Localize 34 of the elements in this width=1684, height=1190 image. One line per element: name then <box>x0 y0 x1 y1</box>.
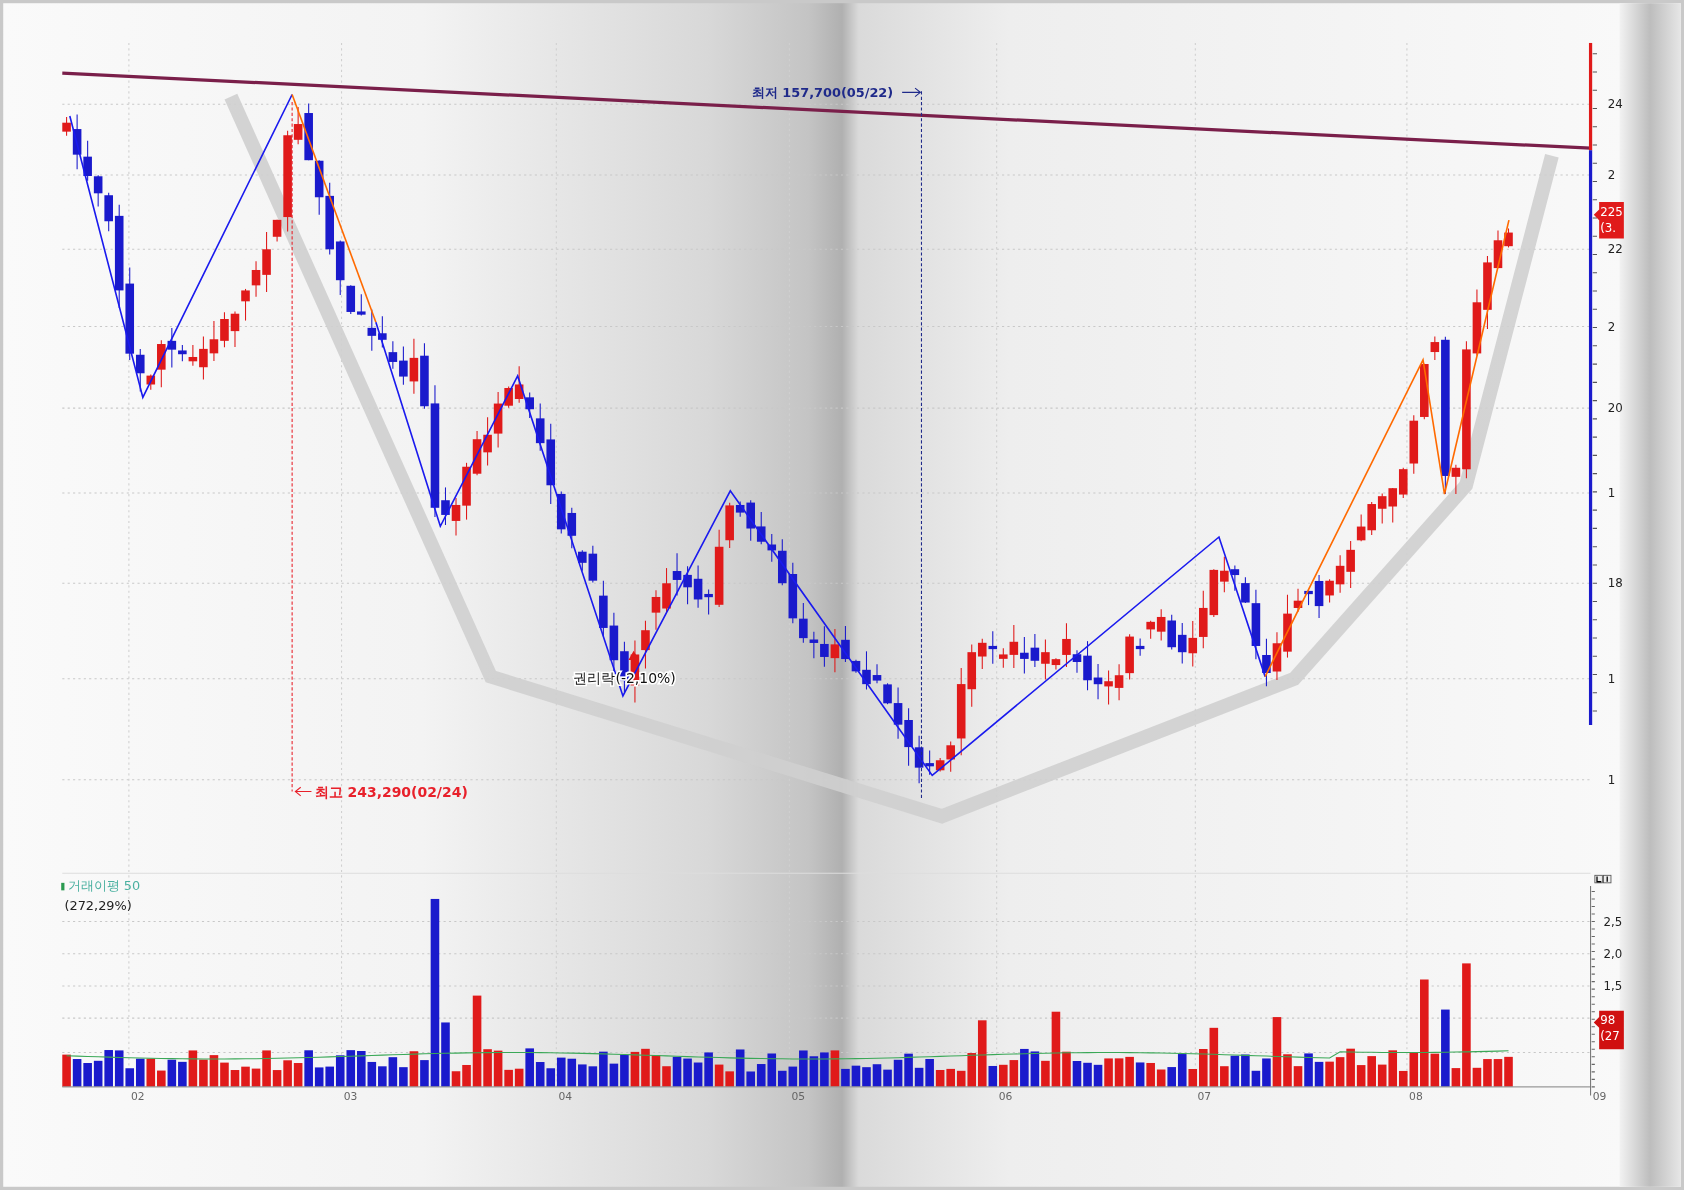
arrow-icon <box>901 87 922 98</box>
axis-label: 03 <box>343 1089 358 1103</box>
axis-label: 24 <box>1607 97 1623 112</box>
axis-label: 1 <box>1607 486 1616 501</box>
axis-label: 18 <box>1607 576 1623 591</box>
axis-label: 04 <box>558 1089 573 1103</box>
legend-label: 거래이평 50 <box>67 878 141 894</box>
annotation-label: 최저 157,700(05/22) <box>751 84 894 100</box>
price-tag-background <box>1593 201 1624 239</box>
volume-tag-text: 98 <box>1600 1012 1616 1027</box>
volume-tag-text: (27 <box>1600 1028 1620 1043</box>
axis-label: 20 <box>1607 401 1623 416</box>
axis-label: 07 <box>1197 1089 1212 1103</box>
legend-swatch-icon <box>61 882 65 891</box>
arrow-icon <box>294 786 312 797</box>
axis-label: 09 <box>1592 1089 1607 1103</box>
axis-label: 1,5 <box>1603 979 1623 994</box>
axis-label: 1 <box>1607 773 1616 788</box>
axis-label: 1 <box>1607 672 1616 687</box>
axis-label: 2 <box>1607 168 1616 183</box>
axis-label: 02 <box>131 1089 145 1103</box>
legend-value: (272,29%) <box>64 897 132 913</box>
price-tag-text: (3. <box>1600 221 1617 235</box>
axis-label: 2 <box>1607 319 1616 334</box>
price-tag-text: 225 <box>1600 204 1623 219</box>
scale-buttons-icon[interactable] <box>1594 874 1612 884</box>
axis-label: 2,5 <box>1603 914 1623 929</box>
annotation-label: 최고 243,290(02/24) <box>314 783 468 800</box>
axis-label: 05 <box>791 1089 806 1103</box>
axis-label: 2,0 <box>1603 947 1623 961</box>
axis-label: 08 <box>1409 1089 1423 1103</box>
volume-tag-background <box>1593 1010 1624 1050</box>
axis-label: 22 <box>1607 242 1623 257</box>
axis-label: 06 <box>998 1089 1013 1103</box>
